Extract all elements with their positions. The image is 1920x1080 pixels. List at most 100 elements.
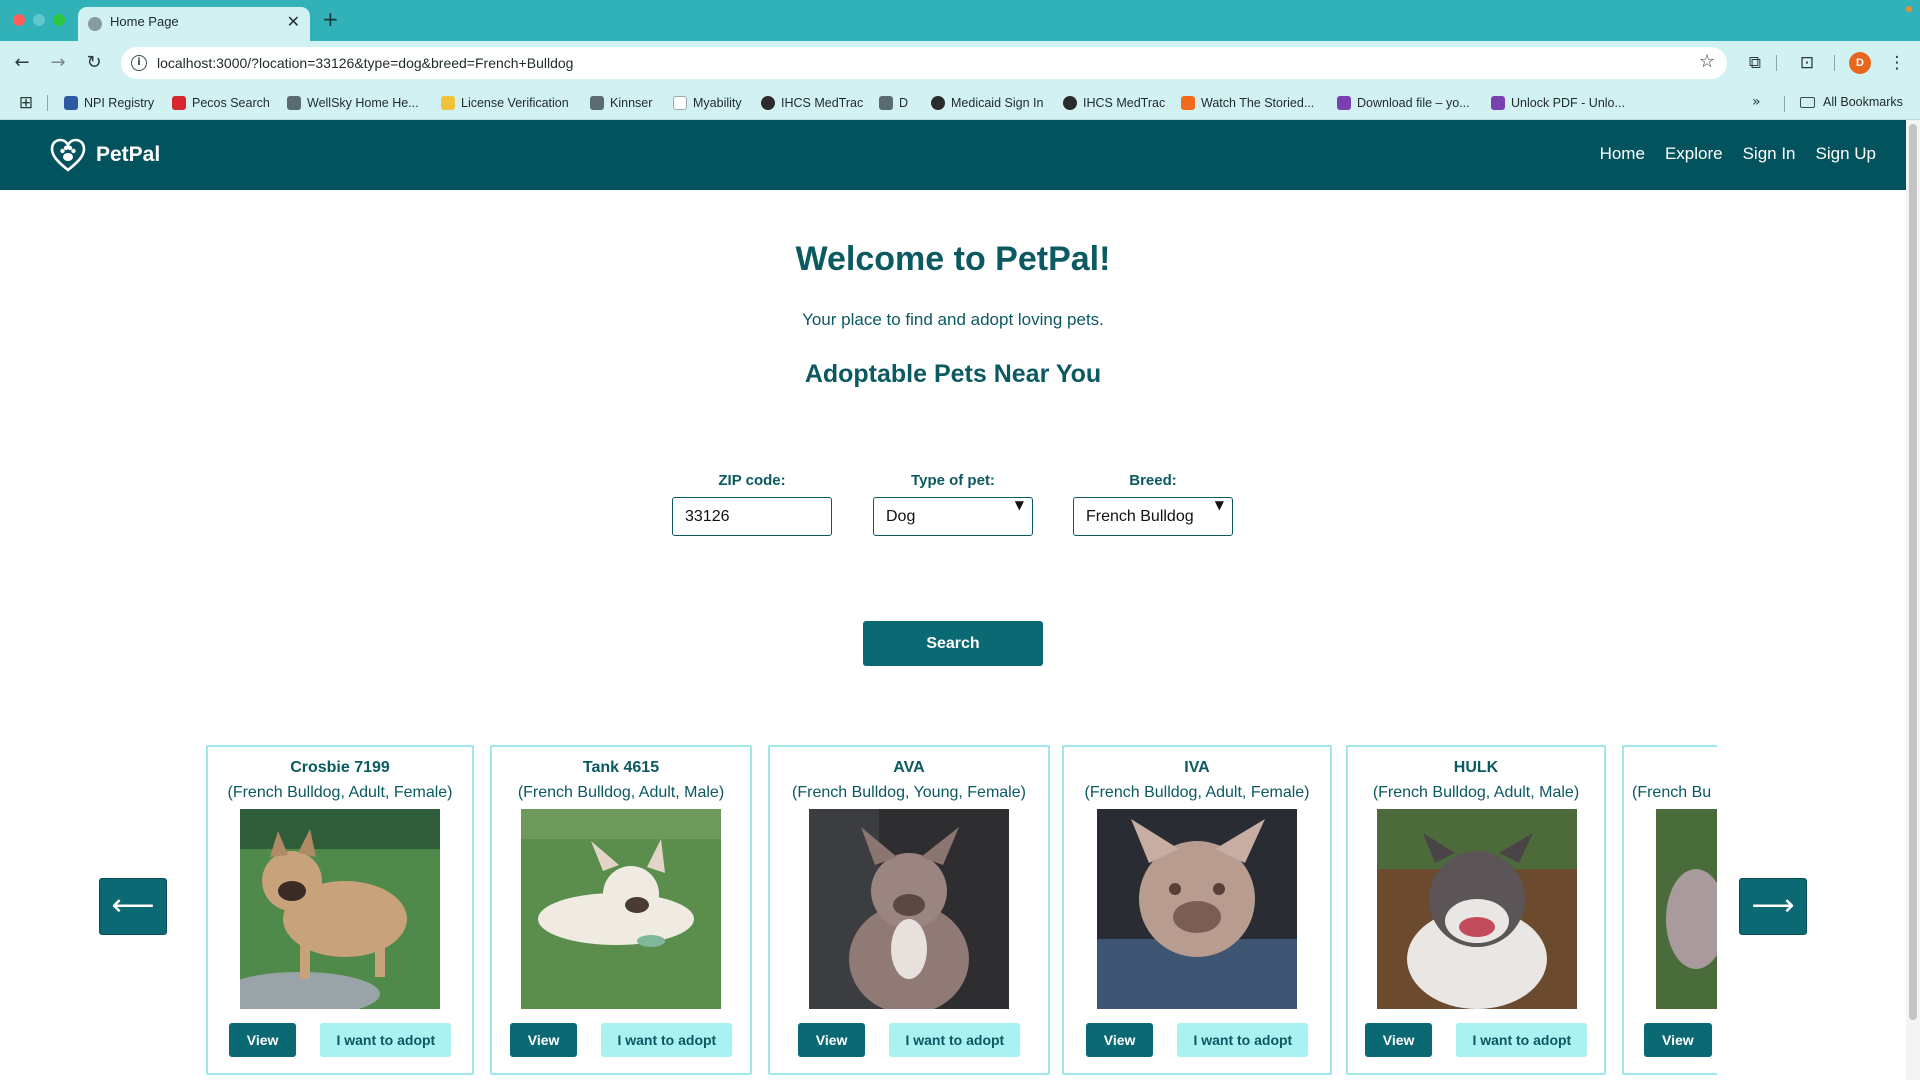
- dog-photo-image: [809, 809, 1009, 1009]
- bookmark-license-verification[interactable]: License Verification: [441, 95, 569, 111]
- pet-details: (French Bulldog, Adult, Male): [1372, 784, 1580, 801]
- media-search-icon[interactable]: ⊡: [1796, 52, 1818, 74]
- pet-photo[interactable]: [240, 809, 440, 1009]
- type-select[interactable]: Dog ▼: [873, 497, 1033, 536]
- bookmark-star-icon[interactable]: ☆: [1699, 51, 1715, 72]
- pet-details: (French Bulldog, Adult, Female): [227, 784, 453, 801]
- bookmark-ihcs-medtrac[interactable]: IHCS MedTrac: [761, 95, 863, 111]
- close-tab-icon[interactable]: ✕: [287, 12, 300, 31]
- brand-name: PetPal: [96, 143, 161, 166]
- document-icon: [673, 96, 687, 110]
- all-bookmarks-button[interactable]: All Bookmarks: [1800, 95, 1903, 109]
- dog-photo-image: [1377, 809, 1577, 1009]
- new-tab-button[interactable]: +: [322, 7, 339, 31]
- pet-name: AVA: [893, 759, 925, 776]
- page-scrollbar[interactable]: [1906, 120, 1920, 1080]
- view-button[interactable]: View: [797, 1023, 866, 1057]
- tab-title: Home Page: [110, 14, 179, 29]
- maximize-window-button[interactable]: [53, 14, 65, 26]
- pet-name: Crosbie 7199: [290, 759, 390, 776]
- nav-sign-up[interactable]: Sign Up: [1816, 144, 1876, 164]
- site-info-icon[interactable]: i: [131, 55, 147, 71]
- download-icon: [1337, 96, 1351, 110]
- bookmark-d[interactable]: D: [879, 95, 908, 111]
- pet-photo[interactable]: [521, 809, 721, 1009]
- globe-icon: [88, 17, 102, 31]
- dog-photo-image: [1656, 809, 1717, 1009]
- minimize-window-button[interactable]: [33, 14, 45, 26]
- pet-card-actions: View I want to adopt: [1348, 1023, 1604, 1057]
- globe-icon: [1063, 96, 1077, 110]
- adopt-button[interactable]: I want to adopt: [889, 1023, 1021, 1057]
- nav-explore[interactable]: Explore: [1665, 144, 1723, 164]
- adopt-button[interactable]: I want to adopt: [1177, 1023, 1309, 1057]
- address-bar[interactable]: i localhost:3000/?location=33126&type=do…: [121, 47, 1727, 79]
- browser-tab-bar: Home Page ✕ +: [0, 0, 1920, 41]
- adopt-button[interactable]: I want to adopt: [1456, 1023, 1588, 1057]
- close-window-button[interactable]: [13, 14, 25, 26]
- page-subtitle: Your place to find and adopt loving pets…: [802, 310, 1104, 329]
- brand[interactable]: PetPal: [50, 138, 160, 172]
- forward-arrow-icon[interactable]: →: [45, 50, 71, 76]
- pet-card-actions: View I want to adopt: [208, 1023, 472, 1057]
- bookmarks-divider: [1784, 96, 1785, 112]
- view-button[interactable]: View: [509, 1023, 578, 1057]
- view-button[interactable]: View: [1644, 1023, 1712, 1057]
- wellsky-icon: [287, 96, 301, 110]
- search-button[interactable]: Search: [863, 621, 1043, 666]
- url-text[interactable]: localhost:3000/?location=33126&type=dog&…: [157, 55, 573, 71]
- pet-name: Tank 4615: [582, 759, 660, 776]
- extensions-icon[interactable]: ⧉: [1744, 52, 1766, 74]
- adopt-button[interactable]: I want to adopt: [601, 1023, 733, 1057]
- view-button[interactable]: View: [228, 1023, 297, 1057]
- chevron-down-icon: ▼: [1014, 498, 1024, 512]
- view-button[interactable]: View: [1364, 1023, 1433, 1057]
- page-viewport: PetPal Home Explore Sign In Sign Up Welc…: [0, 120, 1906, 1080]
- nav-home[interactable]: Home: [1600, 144, 1645, 164]
- type-select-value: Dog: [886, 508, 916, 525]
- pet-name: HULK: [1453, 759, 1499, 776]
- pet-photo[interactable]: [1377, 809, 1577, 1009]
- reload-icon[interactable]: ↻: [81, 50, 107, 76]
- browser-tab[interactable]: Home Page ✕: [78, 7, 310, 41]
- scrollbar-thumb[interactable]: [1909, 124, 1917, 1020]
- bookmark-watch-storied[interactable]: Watch The Storied...: [1181, 95, 1314, 111]
- adopt-button[interactable]: I want to adopt: [320, 1023, 452, 1057]
- pet-details: (French Bu: [1632, 784, 1712, 801]
- bookmark-download-file[interactable]: Download file – yo...: [1337, 95, 1470, 111]
- breed-select[interactable]: French Bulldog ▼: [1073, 497, 1233, 536]
- bookmark-unlock-pdf[interactable]: Unlock PDF - Unlo...: [1491, 95, 1625, 111]
- bookmark-myability[interactable]: Myability: [673, 95, 742, 111]
- pet-photo[interactable]: [1097, 809, 1297, 1009]
- profile-avatar[interactable]: D: [1849, 52, 1871, 74]
- pet-photo[interactable]: [809, 809, 1009, 1009]
- bookmarks-divider: [47, 95, 48, 111]
- license-icon: [441, 96, 455, 110]
- pet-photo[interactable]: [1656, 809, 1717, 1009]
- nav-sign-in[interactable]: Sign In: [1743, 144, 1796, 164]
- zip-input[interactable]: 33126: [672, 497, 832, 536]
- pdf-icon: [1491, 96, 1505, 110]
- apps-grid-icon[interactable]: ⊞: [15, 92, 37, 114]
- toolbar-divider: [1776, 55, 1777, 71]
- bookmark-medicaid-sign-in[interactable]: Medicaid Sign In: [931, 95, 1043, 111]
- pet-card: IVA (French Bulldog, Adult, Female) View…: [1062, 745, 1332, 1075]
- pet-card-actions: View I want to adopt: [770, 1023, 1048, 1057]
- bookmarks-overflow-icon[interactable]: »: [1752, 94, 1761, 110]
- pet-name: [1624, 759, 1717, 777]
- back-arrow-icon[interactable]: ←: [9, 50, 35, 76]
- carousel-prev-button[interactable]: ⟵: [99, 878, 167, 935]
- bookmark-npi-registry[interactable]: NPI Registry: [64, 95, 154, 111]
- pet-card-actions: View I want to adopt: [1064, 1023, 1330, 1057]
- pet-card-actions: View: [1624, 1023, 1717, 1057]
- bookmark-kinnser[interactable]: Kinnser: [590, 95, 652, 111]
- view-button[interactable]: View: [1085, 1023, 1154, 1057]
- zip-field: ZIP code: 33126: [672, 472, 832, 536]
- pet-name: IVA: [1184, 759, 1210, 776]
- bookmark-pecos-search[interactable]: Pecos Search: [172, 95, 270, 111]
- pet-card-actions: View I want to adopt: [492, 1023, 750, 1057]
- menu-kebab-icon[interactable]: ⋮: [1886, 52, 1908, 74]
- carousel-next-button[interactable]: ⟶: [1739, 878, 1807, 935]
- bookmark-ihcs-medtrac-2[interactable]: IHCS MedTrac: [1063, 95, 1165, 111]
- bookmark-wellsky[interactable]: WellSky Home He...: [287, 95, 419, 111]
